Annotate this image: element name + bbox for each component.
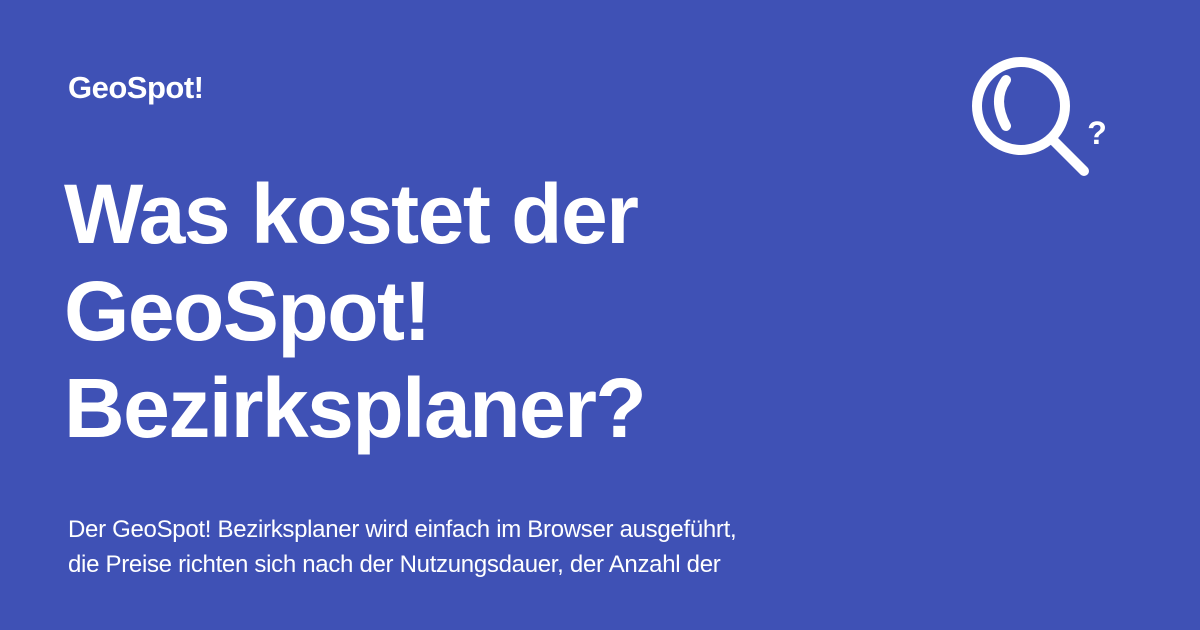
description-line: Der GeoSpot! Bezirksplaner wird einfach … bbox=[68, 516, 737, 543]
description: Der GeoSpot! Bezirksplaner wird einfach … bbox=[68, 512, 737, 582]
title-line: Was kostet der bbox=[64, 167, 639, 261]
title-line: GeoSpot! bbox=[64, 264, 431, 358]
question-mark: ? bbox=[1087, 115, 1107, 151]
search-question-icon: ? bbox=[972, 57, 1107, 176]
title-line: Bezirksplaner? bbox=[64, 361, 647, 455]
page-title: Was kostet der GeoSpot! Bezirksplaner? bbox=[64, 166, 647, 457]
brand-logo-text: GeoSpot! bbox=[68, 70, 204, 105]
description-line: die Preise richten sich nach der Nutzung… bbox=[68, 551, 721, 578]
